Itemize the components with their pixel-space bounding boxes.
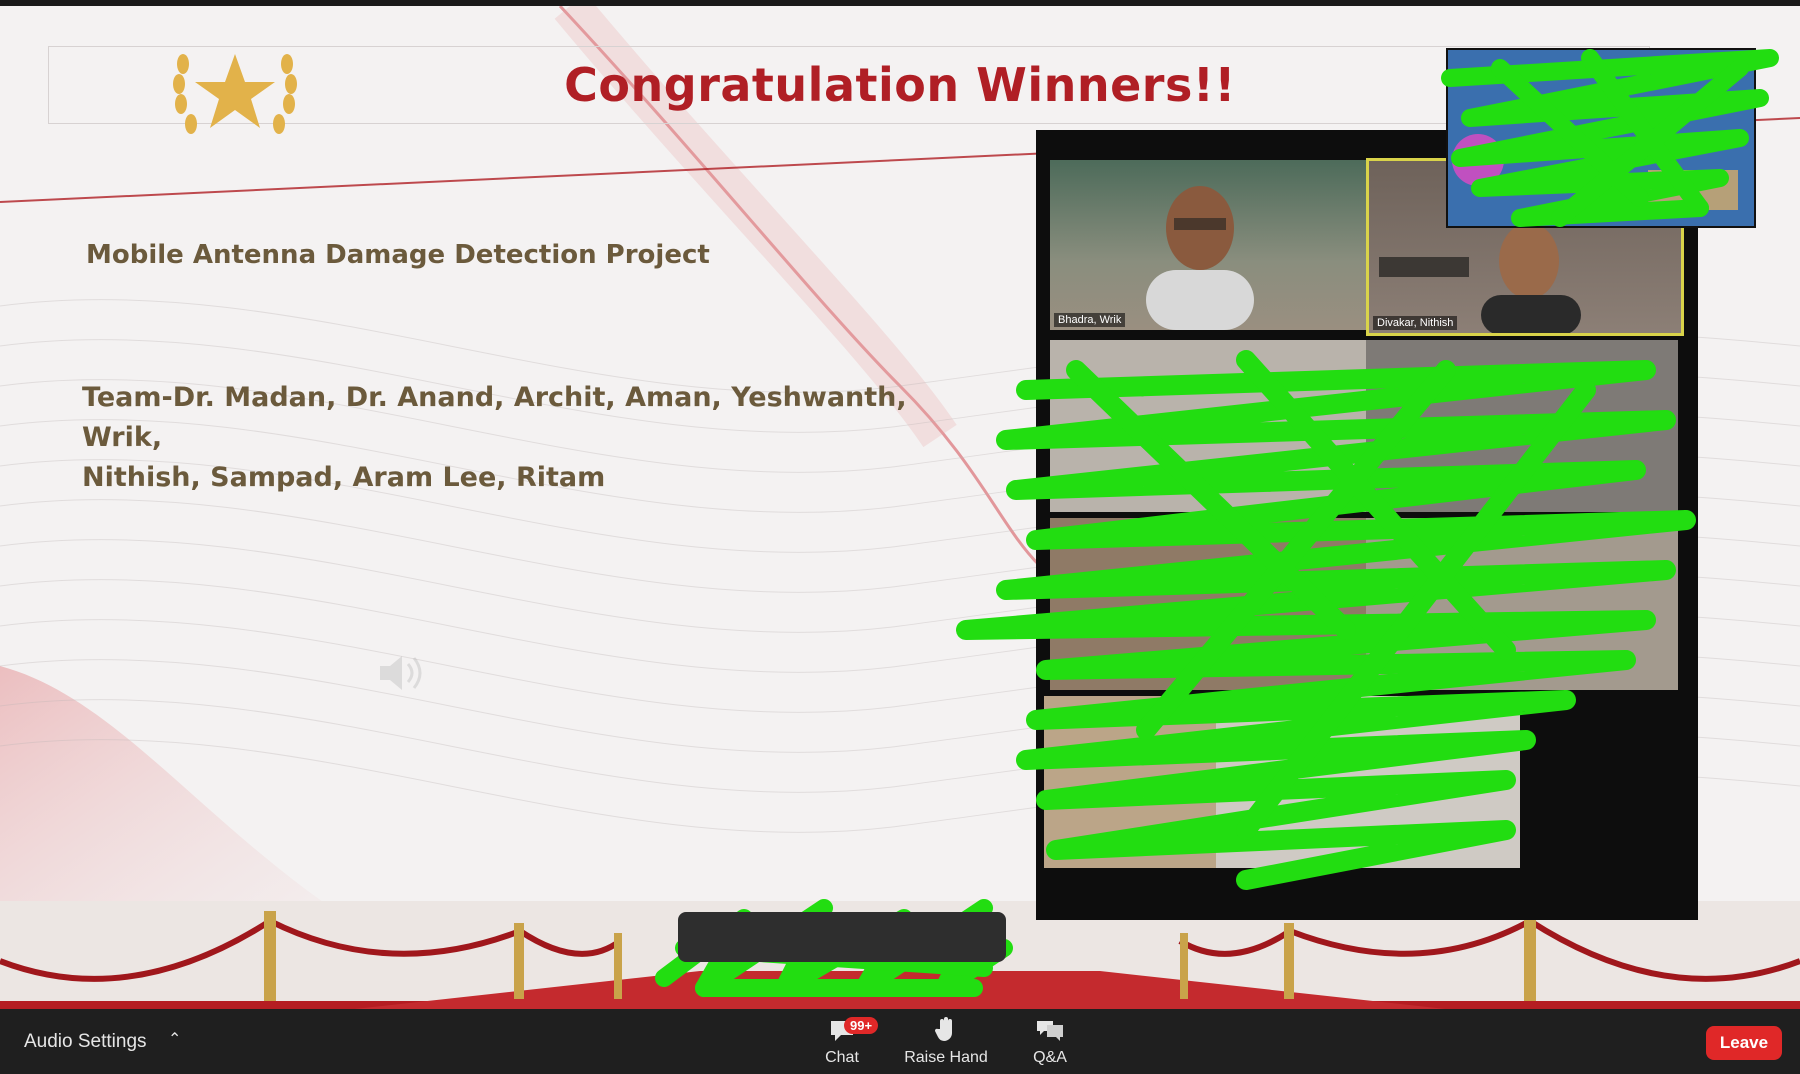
raise-hand-icon (934, 1017, 952, 1041)
team-line-1: Team-Dr. Madan, Dr. Anand, Archit, Aman,… (82, 382, 907, 453)
chat-label: Chat (825, 1049, 859, 1066)
audio-settings-button[interactable]: Audio Settings (24, 1031, 147, 1053)
raise-hand-button[interactable]: Raise Hand (896, 1015, 996, 1067)
participant-tile[interactable] (1050, 518, 1368, 690)
project-name: Mobile Antenna Damage Detection Project (86, 240, 710, 270)
meeting-toolbar: Audio Settings ⌃ 99+ Chat Raise Hand Q&A… (0, 1009, 1800, 1074)
team-line-2: Nithish, Sampad, Aram Lee, Ritam (82, 462, 606, 493)
caret-up-icon[interactable]: ⌃ (168, 1029, 181, 1049)
participant-name: Bhadra, Wrik (1054, 313, 1126, 327)
participant-video (1146, 186, 1254, 330)
participant-gallery: Bhadra, Wrik Divakar, Nithish (1036, 130, 1698, 920)
participant-tile[interactable] (1044, 696, 1220, 868)
participant-tile[interactable] (1050, 340, 1368, 512)
star-laurel-icon (173, 54, 297, 134)
team-list: Team-Dr. Madan, Dr. Anand, Archit, Aman,… (82, 378, 962, 498)
qa-bubbles-icon (1037, 1021, 1063, 1041)
screen-share-indicator[interactable] (678, 912, 1006, 962)
qa-button[interactable]: Q&A (1000, 1015, 1100, 1067)
participant-tile[interactable] (1216, 696, 1520, 868)
chat-unread-badge: 99+ (844, 1017, 879, 1034)
participant-tile[interactable] (1366, 340, 1678, 512)
participant-name: Divakar, Nithish (1373, 316, 1458, 330)
self-view-background (1448, 50, 1754, 226)
slide-title: Congratulation Winners!! (564, 58, 1236, 112)
participant-tile[interactable]: Bhadra, Wrik (1050, 160, 1368, 330)
leave-button[interactable]: Leave (1706, 1026, 1782, 1060)
participant-tile[interactable] (1366, 518, 1678, 690)
self-view-video[interactable] (1446, 48, 1756, 228)
speaker-icon (380, 656, 422, 690)
raise-hand-label: Raise Hand (904, 1049, 988, 1066)
chat-button[interactable]: 99+ Chat (792, 1015, 892, 1067)
qa-label: Q&A (1033, 1049, 1067, 1066)
